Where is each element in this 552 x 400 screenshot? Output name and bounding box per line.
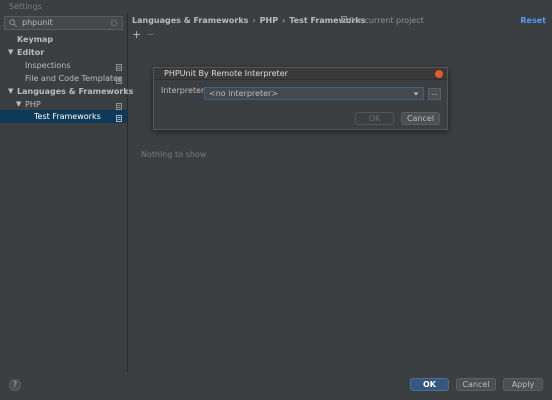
search-input-value: phpunit xyxy=(22,18,53,27)
dialog-ok-button[interactable]: OK xyxy=(355,112,394,125)
sidebar-item-languages-frameworks[interactable]: ▼ Languages & Frameworks xyxy=(0,85,133,98)
remove-button[interactable]: − xyxy=(146,29,155,40)
dialog-title-bar[interactable]: PHPUnit By Remote Interpreter xyxy=(154,68,447,80)
settings-sidebar: phpunit Keymap ▼ Editor Inspections File… xyxy=(0,13,133,372)
breadcrumb-separator: › xyxy=(252,16,256,25)
reset-link[interactable]: Reset xyxy=(520,16,546,25)
search-input[interactable]: phpunit xyxy=(4,16,123,30)
sidebar-item-keymap[interactable]: Keymap xyxy=(0,33,127,46)
chevron-down-icon xyxy=(413,90,419,99)
browse-interpreter-button[interactable]: ... xyxy=(428,88,441,100)
clear-search-icon[interactable] xyxy=(110,19,118,29)
breadcrumb-item: Languages & Frameworks xyxy=(132,16,249,25)
sidebar-item-file-and-code-templates[interactable]: File and Code Templates xyxy=(0,72,127,85)
project-scope-indicator: For current project xyxy=(341,16,424,25)
breadcrumb-item: PHP xyxy=(259,16,279,25)
search-icon xyxy=(9,19,17,29)
project-scope-icon xyxy=(341,16,347,25)
phpunit-remote-interpreter-dialog: PHPUnit By Remote Interpreter Interprete… xyxy=(153,67,448,130)
dialog-title: PHPUnit By Remote Interpreter xyxy=(164,69,288,78)
breadcrumb-separator: › xyxy=(282,16,286,25)
expanded-arrow-icon[interactable]: ▼ xyxy=(8,85,13,98)
sidebar-item-inspections[interactable]: Inspections xyxy=(0,59,127,72)
help-button[interactable]: ? xyxy=(9,379,21,391)
scope-label: For current project xyxy=(349,16,424,25)
close-icon[interactable] xyxy=(435,70,443,78)
sidebar-item-test-frameworks[interactable]: Test Frameworks xyxy=(0,110,127,123)
project-scope-icon xyxy=(116,113,122,126)
sidebar-item-label: Editor xyxy=(17,48,45,57)
dialog-cancel-button[interactable]: Cancel xyxy=(401,112,440,125)
empty-state-text: Nothing to show xyxy=(141,150,207,159)
sidebar-item-label: Inspections xyxy=(25,61,71,70)
interpreter-select[interactable]: <no interpreter> xyxy=(204,87,424,100)
ok-button[interactable]: OK xyxy=(410,378,449,391)
sidebar-item-label: Languages & Frameworks xyxy=(17,87,134,96)
apply-button[interactable]: Apply xyxy=(503,378,543,391)
sidebar-item-label: Keymap xyxy=(17,35,54,44)
window-title: Settings xyxy=(0,0,552,13)
sidebar-item-editor[interactable]: ▼ Editor xyxy=(0,46,127,59)
sidebar-item-label: File and Code Templates xyxy=(25,74,123,83)
interpreter-select-value: <no interpreter> xyxy=(209,89,279,98)
sidebar-item-label: Test Frameworks xyxy=(34,112,101,121)
expanded-arrow-icon[interactable]: ▼ xyxy=(8,46,13,59)
add-button[interactable]: + xyxy=(132,29,141,40)
interpreter-label: Interpreter: xyxy=(161,86,207,95)
breadcrumb: Languages & Frameworks › PHP › Test Framewor… xyxy=(132,16,365,25)
settings-footer: ? OK Cancel Apply xyxy=(0,372,552,400)
cancel-button[interactable]: Cancel xyxy=(456,378,496,391)
